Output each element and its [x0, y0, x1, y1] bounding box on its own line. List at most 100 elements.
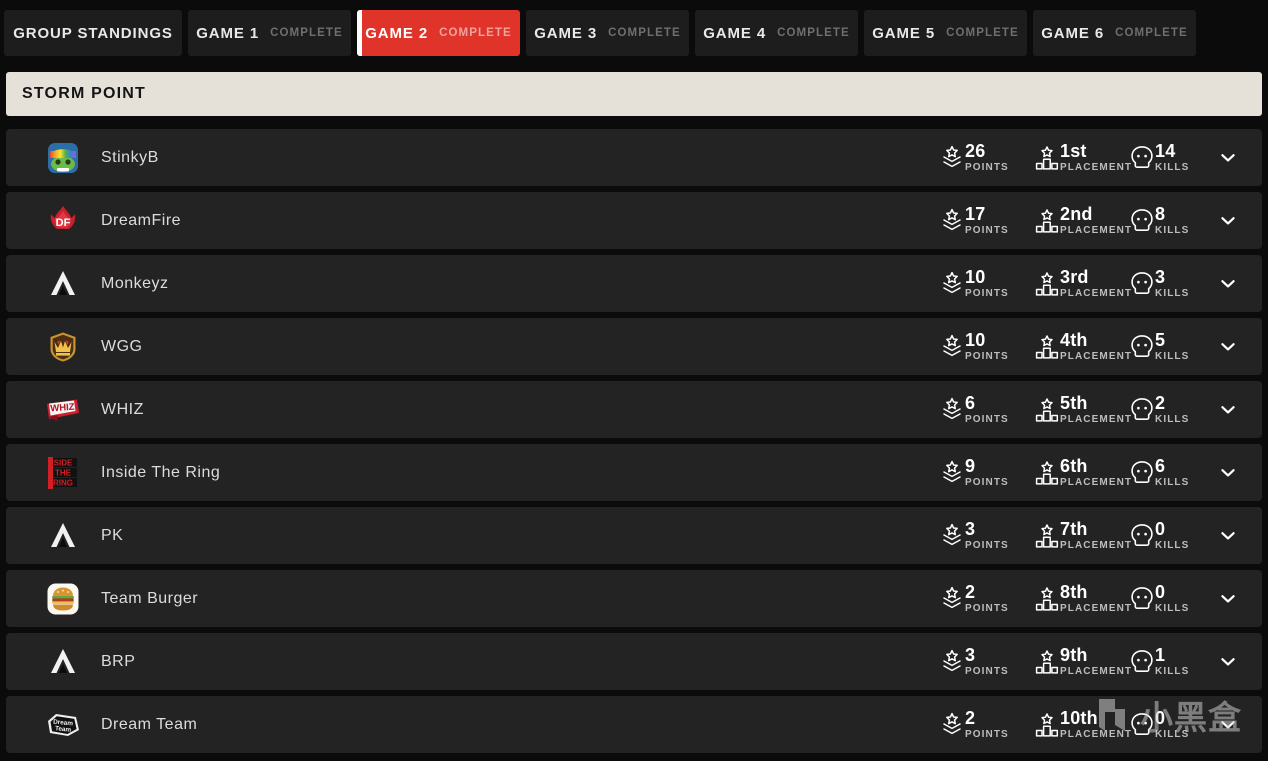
stat-text: 9 POINTS	[965, 456, 1009, 489]
skull-icon	[1130, 143, 1154, 173]
stat-value-points: 2	[965, 707, 976, 728]
skull-icon	[1130, 710, 1154, 740]
wgg-crown-logo	[50, 332, 76, 361]
chevron-down-icon[interactable]	[1219, 212, 1237, 230]
stat-value-placement: 2nd	[1060, 203, 1093, 224]
podium-icon	[1035, 269, 1059, 299]
team-stats: 3 POINTS 9th PLACEMENT 1 KILLS	[940, 644, 1262, 678]
skull-icon	[1131, 524, 1153, 546]
stat-value-points: 2	[965, 581, 976, 602]
tab-label: GAME 3	[534, 24, 598, 42]
stat-placement: 2nd PLACEMENT	[1035, 203, 1132, 237]
stat-kills: 0 KILLS	[1130, 582, 1208, 615]
stat-value-kills: 5	[1155, 329, 1166, 350]
stat-value-points: 3	[965, 644, 976, 665]
expand-row-button[interactable]	[1208, 212, 1248, 230]
chevron-down-icon[interactable]	[1219, 149, 1237, 167]
rank-chevron-icon	[943, 208, 961, 230]
stat-label-placement: PLACEMENT	[1060, 476, 1133, 488]
table-row[interactable]: WHIZ WHIZ 6 POINTS 5th PLACEMENT 2 KILLS	[6, 381, 1262, 438]
stat-label-placement: PLACEMENT	[1060, 602, 1133, 614]
table-row[interactable]: PK 3 POINTS 7th PLACEMENT 0 KILLS	[6, 507, 1262, 564]
table-row[interactable]: BRP 3 POINTS 9th PLACEMENT 1 KILLS	[6, 633, 1262, 690]
rank-chevron-icon	[943, 271, 961, 293]
tab-game-5[interactable]: GAME 5 COMPLETE	[864, 10, 1027, 56]
tab-label: GAME 6	[1041, 24, 1105, 42]
tab-game-3[interactable]: GAME 3 COMPLETE	[526, 10, 689, 56]
stat-text: 10 POINTS	[965, 267, 1009, 300]
podium-icon	[1035, 712, 1059, 737]
tab-game-6[interactable]: GAME 6 COMPLETE	[1033, 10, 1196, 56]
expand-row-button[interactable]	[1208, 653, 1248, 671]
dream-team-logo: Dream Team	[48, 713, 79, 736]
wgg-crown-logo	[46, 330, 80, 364]
rank-chevron-icon	[943, 712, 961, 734]
chevron-down-icon[interactable]	[1219, 338, 1237, 356]
table-row[interactable]: Team Burger 2 POINTS 8th PLACEMENT 0 KILLS	[6, 570, 1262, 627]
stat-text: 2nd PLACEMENT	[1060, 203, 1132, 237]
team-name: StinkyB	[101, 148, 159, 166]
expand-row-button[interactable]	[1208, 401, 1248, 419]
table-row[interactable]: SIDE THE RING Inside The Ring 9 POINTS 6t…	[6, 444, 1262, 501]
stat-value-kills: 6	[1155, 455, 1166, 476]
podium-icon	[1035, 395, 1059, 425]
skull-icon	[1130, 584, 1154, 614]
stat-text: 6 KILLS	[1155, 455, 1190, 489]
table-row[interactable]: Monkeyz 10 POINTS 3rd PLACEMENT 3 KILLS	[6, 255, 1262, 312]
rank-chevron-icon	[940, 584, 964, 614]
tab-label: GAME 2	[365, 24, 429, 42]
chevron-down-icon[interactable]	[1219, 275, 1237, 293]
expand-row-button[interactable]	[1208, 590, 1248, 608]
map-name: STORM POINT	[22, 85, 147, 102]
stat-text: 2 POINTS	[965, 707, 1009, 741]
table-row[interactable]: Dream Team Dream Team 2 POINTS 10th PLACEM…	[6, 696, 1262, 753]
chevron-down-icon[interactable]	[1219, 401, 1237, 419]
stat-label-kills: KILLS	[1155, 476, 1190, 488]
rank-chevron-icon	[940, 458, 964, 488]
expand-row-button[interactable]	[1208, 716, 1248, 734]
whiz-logo: WHIZ	[47, 399, 79, 421]
table-row[interactable]: WGG 10 POINTS 4th PLACEMENT 5 KILLS	[6, 318, 1262, 375]
tab-group-standings[interactable]: GROUP STANDINGS	[4, 10, 182, 56]
chevron-down-icon[interactable]	[1219, 464, 1237, 482]
tab-game-2[interactable]: GAME 2 COMPLETE	[357, 10, 520, 56]
stat-label-points: POINTS	[965, 476, 1009, 488]
stat-value-placement: 7th	[1060, 518, 1088, 539]
stat-text: 5th PLACEMENT	[1060, 392, 1132, 426]
expand-row-button[interactable]	[1208, 338, 1248, 356]
table-row[interactable]: DF DreamFire 17 POINTS 2nd PLACEMENT 8 KILL…	[6, 192, 1262, 249]
stat-value-placement: 10th	[1060, 707, 1098, 728]
stat-value-placement: 5th	[1060, 392, 1088, 413]
rank-chevron-icon	[940, 332, 964, 362]
stat-value-placement: 6th	[1060, 455, 1088, 476]
team-burger-logo	[47, 583, 79, 614]
podium-icon	[1035, 458, 1059, 488]
expand-row-button[interactable]	[1208, 149, 1248, 167]
stat-label-points: POINTS	[965, 350, 1009, 362]
stat-kills: 2 KILLS	[1130, 393, 1208, 426]
svg-text:WHIZ: WHIZ	[50, 401, 75, 414]
rank-chevron-icon	[940, 206, 964, 236]
stat-value-placement: 8th	[1060, 581, 1088, 602]
stat-placement: 3rd PLACEMENT	[1035, 267, 1131, 300]
stat-text: 0 KILLS	[1155, 708, 1190, 741]
stat-points: 2 POINTS	[940, 581, 1035, 615]
game-tab-bar: GROUP STANDINGS GAME 1 COMPLETE GAME 2 COMPL…	[0, 0, 1268, 66]
chevron-down-icon[interactable]	[1219, 716, 1237, 734]
chevron-down-icon[interactable]	[1219, 653, 1237, 671]
expand-row-button[interactable]	[1208, 527, 1248, 545]
dream-team-logo: Dream Team	[46, 708, 80, 742]
podium-icon	[1035, 271, 1059, 296]
chevron-down-icon[interactable]	[1219, 590, 1237, 608]
tab-game-1[interactable]: GAME 1 COMPLETE	[188, 10, 351, 56]
podium-icon	[1035, 206, 1059, 236]
stat-label-kills: KILLS	[1155, 728, 1190, 740]
table-row[interactable]: StinkyB 26 POINTS 1st PLACEMENT 14 KILLS	[6, 129, 1262, 186]
tab-game-4[interactable]: GAME 4 COMPLETE	[695, 10, 858, 56]
expand-row-button[interactable]	[1208, 464, 1248, 482]
stat-text: 3 KILLS	[1155, 267, 1189, 300]
apex-default-logo	[46, 267, 80, 301]
expand-row-button[interactable]	[1208, 275, 1248, 293]
chevron-down-icon[interactable]	[1219, 527, 1237, 545]
stat-points: 10 POINTS	[940, 267, 1035, 300]
